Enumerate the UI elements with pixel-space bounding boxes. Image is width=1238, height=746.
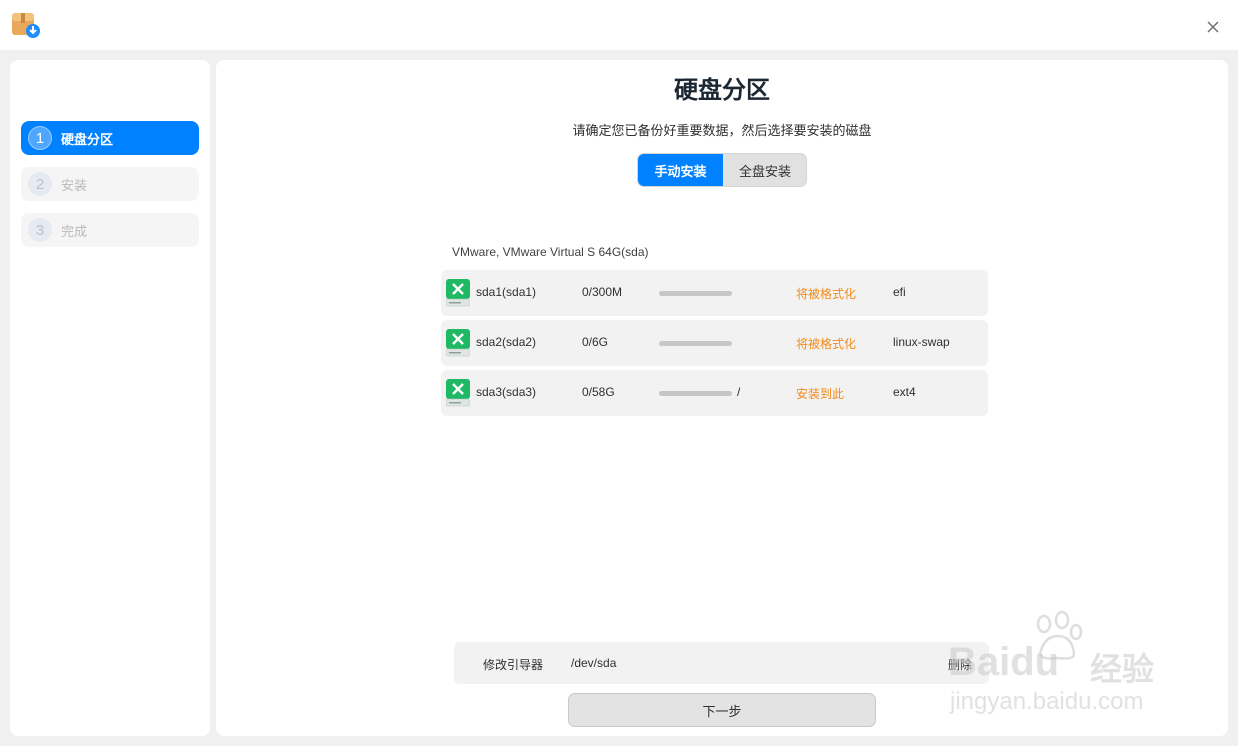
step-label: 安装	[61, 177, 88, 193]
partition-usage-bar	[659, 391, 732, 396]
install-mode-switch: 手动安装 全盘安装	[637, 153, 807, 187]
title-bar	[0, 0, 1238, 50]
step-number: 2	[28, 172, 52, 196]
step-label: 完成	[61, 223, 88, 239]
partition-name: sda3(sda3)	[476, 385, 537, 399]
page-title: 硬盘分区	[674, 77, 770, 104]
page-subtitle: 请确定您已备份好重要数据，然后选择要安装的磁盘	[572, 123, 872, 138]
partition-size: 0/300M	[582, 285, 623, 299]
step-number: 3	[28, 218, 52, 242]
partition-filesystem: efi	[893, 285, 906, 299]
partition-status: 安装到此	[796, 387, 845, 401]
step-finish: 3 完成	[21, 213, 199, 247]
delete-button[interactable]: 删除	[948, 656, 972, 673]
bootloader-device: /dev/sda	[571, 656, 617, 670]
partition-size: 0/6G	[582, 335, 609, 349]
step-number: 1	[28, 126, 52, 150]
bootloader-row: 修改引导器 /dev/sda 删除	[454, 642, 989, 684]
partition-row[interactable]: sda2(sda2) 0/6G 将被格式化 linux-swap	[441, 320, 988, 366]
installer-package-icon	[12, 13, 40, 38]
full-disk-install-tab[interactable]: 全盘安装	[723, 154, 806, 186]
partition-status: 将被格式化	[796, 287, 857, 301]
partition-drive-icon	[446, 379, 470, 407]
partition-usage-bar	[659, 291, 732, 296]
step-label: 硬盘分区	[61, 131, 114, 147]
close-icon[interactable]	[1206, 20, 1220, 34]
partition-size: 0/58G	[582, 385, 615, 399]
partition-status: 将被格式化	[796, 337, 857, 351]
partition-usage-bar	[659, 341, 732, 346]
partition-drive-icon	[446, 329, 470, 357]
main-panel: 硬盘分区 请确定您已备份好重要数据，然后选择要安装的磁盘 手动安装 全盘安装 V…	[216, 60, 1228, 736]
change-bootloader-button[interactable]: 修改引导器	[483, 656, 543, 673]
next-button[interactable]: 下一步	[568, 693, 876, 727]
step-partition: 1 硬盘分区	[21, 121, 199, 155]
partition-row[interactable]: sda1(sda1) 0/300M 将被格式化 efi	[441, 270, 988, 316]
disk-title: VMware, VMware Virtual S 64G(sda)	[452, 245, 649, 259]
partition-filesystem: ext4	[893, 385, 916, 399]
partition-name: sda2(sda2)	[476, 335, 537, 349]
manual-install-tab[interactable]: 手动安装	[638, 154, 723, 186]
partition-row[interactable]: sda3(sda3) 0/58G / 安装到此 ext4	[441, 370, 988, 416]
partition-name: sda1(sda1)	[476, 285, 537, 299]
step-install: 2 安装	[21, 167, 199, 201]
partition-filesystem: linux-swap	[893, 335, 950, 349]
partition-drive-icon	[446, 279, 470, 307]
steps-sidebar: 1 硬盘分区 2 安装 3 完成	[10, 60, 210, 736]
partition-mount-point: /	[737, 385, 741, 399]
